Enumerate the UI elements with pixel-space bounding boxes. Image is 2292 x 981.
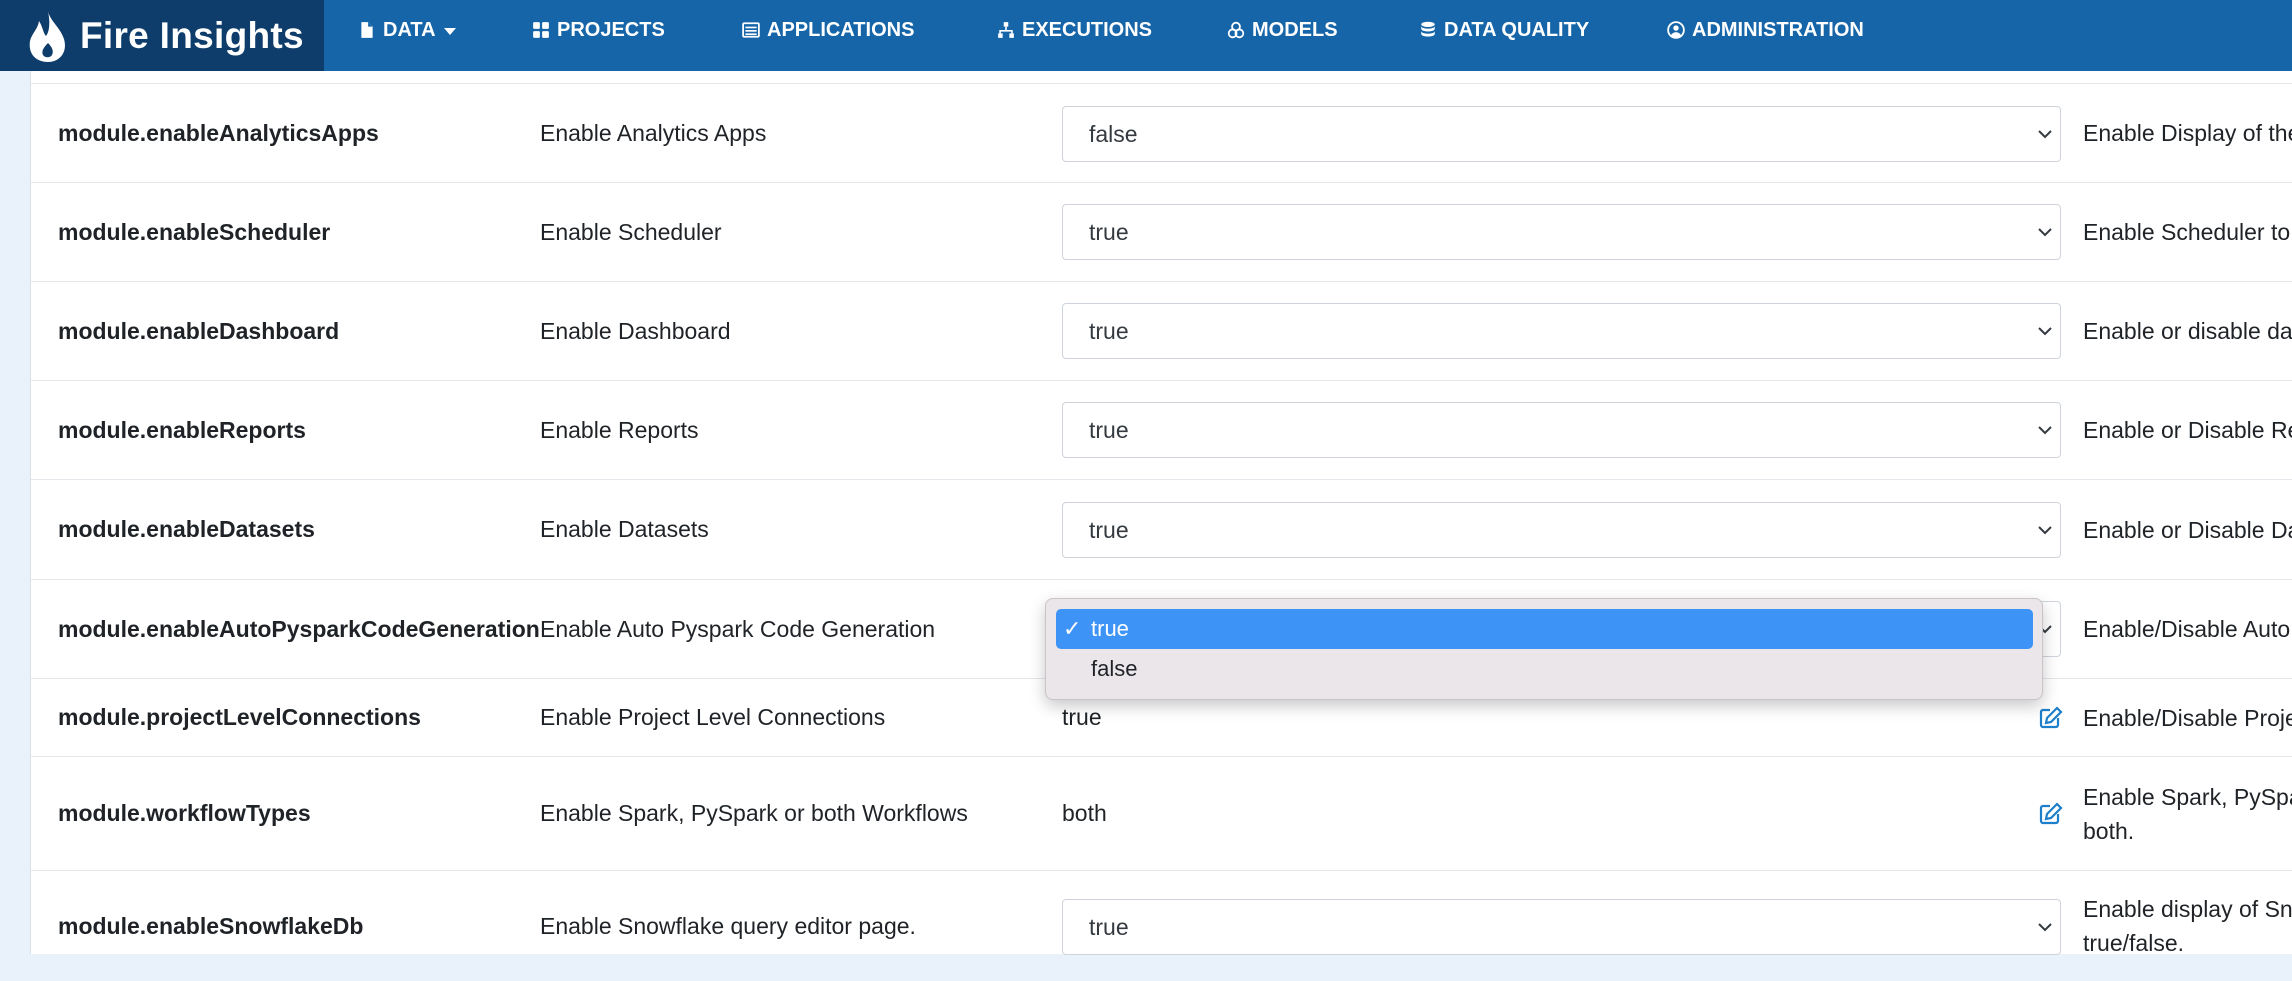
table-row: module.enableDatasets Enable Datasets tr…	[31, 480, 2292, 580]
chevron-down-icon	[2038, 327, 2052, 336]
config-label: Enable Reports	[540, 416, 699, 443]
config-value-select[interactable]: true	[1062, 402, 2061, 458]
chevron-down-icon	[2038, 923, 2052, 932]
top-navbar: Fire Insights DATA PROJECTS APPLICATIONS…	[0, 0, 2292, 71]
nav-data-quality[interactable]: DATA QUALITY	[1419, 0, 1589, 60]
table-row: module.enableAnalyticsApps Enable Analyt…	[31, 83, 2292, 183]
config-label: Enable Project Level Connections	[540, 704, 886, 730]
config-description-line: true/false.	[2083, 930, 2184, 956]
config-key: module.workflowTypes	[58, 800, 311, 826]
option-label: false	[1091, 656, 1138, 681]
edit-icon[interactable]	[2038, 801, 2064, 827]
checkmark-icon: ✓	[1063, 616, 1082, 641]
table-row: module.enableSnowflakeDb Enable Snowflak…	[31, 871, 2292, 981]
nav-administration[interactable]: ADMINISTRATION	[1667, 0, 1864, 60]
select-value: true	[1089, 218, 1129, 245]
chevron-down-icon	[2038, 426, 2052, 435]
config-description: Enable or Disable Da	[2083, 516, 2292, 543]
caret-down-icon	[443, 27, 456, 35]
config-description-line: both.	[2083, 817, 2135, 844]
nav-models[interactable]: MODELS	[1227, 0, 1338, 60]
config-value-select[interactable]: false	[1062, 106, 2061, 162]
config-label: Enable Spark, PySpark or both Workflows	[540, 800, 968, 826]
cubes-icon	[1227, 21, 1245, 39]
nav-executions-label: EXECUTIONS	[1022, 18, 1153, 41]
select-option-true[interactable]: ✓ true	[1056, 609, 2033, 649]
config-description: Enable/Disable Auto	[2083, 616, 2291, 642]
select-value: false	[1089, 120, 1138, 147]
config-value-select[interactable]: true	[1062, 899, 2061, 955]
config-description: Enable or Disable Re	[2083, 417, 2292, 443]
user-circle-icon	[1667, 21, 1685, 39]
option-label: true	[1091, 616, 1129, 641]
config-value: both	[1062, 800, 1107, 826]
select-option-false[interactable]: false	[1056, 649, 2033, 689]
main-nav: DATA PROJECTS APPLICATIONS EXECUTIONS MO…	[324, 0, 2292, 71]
config-value-select[interactable]: true	[1062, 502, 2061, 558]
config-label: Enable Scheduler	[540, 218, 722, 245]
config-description: Enable display of Sn true/false.	[2083, 871, 2292, 981]
config-label: Enable Auto Pyspark Code Generation	[540, 615, 936, 642]
config-value-select[interactable]: true	[1062, 204, 2061, 260]
table-row: module.workflowTypes Enable Spark, PySpa…	[31, 757, 2292, 871]
edit-icon[interactable]	[2038, 705, 2064, 731]
config-description: Enable Scheduler to	[2083, 219, 2291, 245]
nav-data[interactable]: DATA	[358, 0, 456, 60]
config-key: module.enableAutoPysparkCodeGeneration	[58, 615, 540, 642]
nav-projects-label: PROJECTS	[557, 18, 665, 41]
config-description: Enable Spark, PySpa both.	[2083, 757, 2292, 870]
nav-executions[interactable]: EXECUTIONS	[997, 0, 1152, 60]
chevron-down-icon	[2038, 228, 2052, 237]
config-label: Enable Analytics Apps	[540, 119, 767, 146]
config-key: module.enableSnowflakeDb	[58, 912, 364, 939]
config-label: Enable Snowflake query editor page.	[540, 912, 916, 939]
sitemap-icon	[998, 22, 1014, 38]
table-row: module.enableScheduler Enable Scheduler …	[31, 183, 2292, 282]
config-description-line: Enable Spark, PySpa	[2083, 783, 2292, 810]
table-row: module.enableDashboard Enable Dashboard …	[31, 282, 2292, 381]
chevron-down-icon	[2038, 130, 2052, 139]
nav-applications-label: APPLICATIONS	[767, 18, 915, 41]
config-description: Enable Display of the	[2083, 120, 2292, 146]
file-icon	[361, 22, 373, 38]
config-description: Enable or disable da	[2083, 318, 2292, 344]
config-label: Enable Datasets	[540, 516, 709, 542]
nav-applications[interactable]: APPLICATIONS	[742, 0, 914, 60]
list-icon	[742, 22, 760, 38]
grid-icon	[533, 22, 549, 38]
select-value: true	[1089, 516, 1129, 543]
chevron-down-icon	[2038, 526, 2052, 535]
configuration-table: module.enableAnalyticsApps Enable Analyt…	[30, 71, 2292, 956]
config-key: module.projectLevelConnections	[58, 704, 421, 730]
config-key: module.enableAnalyticsApps	[58, 119, 379, 146]
nav-models-label: MODELS	[1252, 18, 1338, 41]
flame-icon	[29, 10, 65, 62]
select-options-popup: ✓ true false	[1045, 598, 2043, 700]
nav-administration-label: ADMINISTRATION	[1692, 18, 1864, 41]
config-key: module.enableReports	[58, 416, 306, 443]
select-value: true	[1089, 416, 1129, 443]
config-description-line: Enable display of Sn	[2083, 896, 2292, 922]
brand-logo[interactable]: Fire Insights	[0, 0, 324, 71]
nav-projects[interactable]: PROJECTS	[532, 0, 665, 60]
config-key: module.enableDashboard	[58, 317, 340, 344]
config-label: Enable Dashboard	[540, 317, 731, 344]
nav-data-quality-label: DATA QUALITY	[1444, 18, 1590, 41]
app-title: Fire Insights	[80, 14, 304, 56]
database-icon	[1421, 21, 1435, 37]
select-value: true	[1089, 913, 1129, 940]
config-key: module.enableScheduler	[58, 218, 331, 245]
table-row: module.enableReports Enable Reports true…	[31, 381, 2292, 480]
config-key: module.enableDatasets	[58, 516, 315, 542]
config-value-select[interactable]: true	[1062, 303, 2061, 359]
config-description: Enable/Disable Proje	[2083, 704, 2292, 731]
select-value: true	[1089, 317, 1129, 344]
nav-data-label: DATA	[383, 18, 436, 41]
